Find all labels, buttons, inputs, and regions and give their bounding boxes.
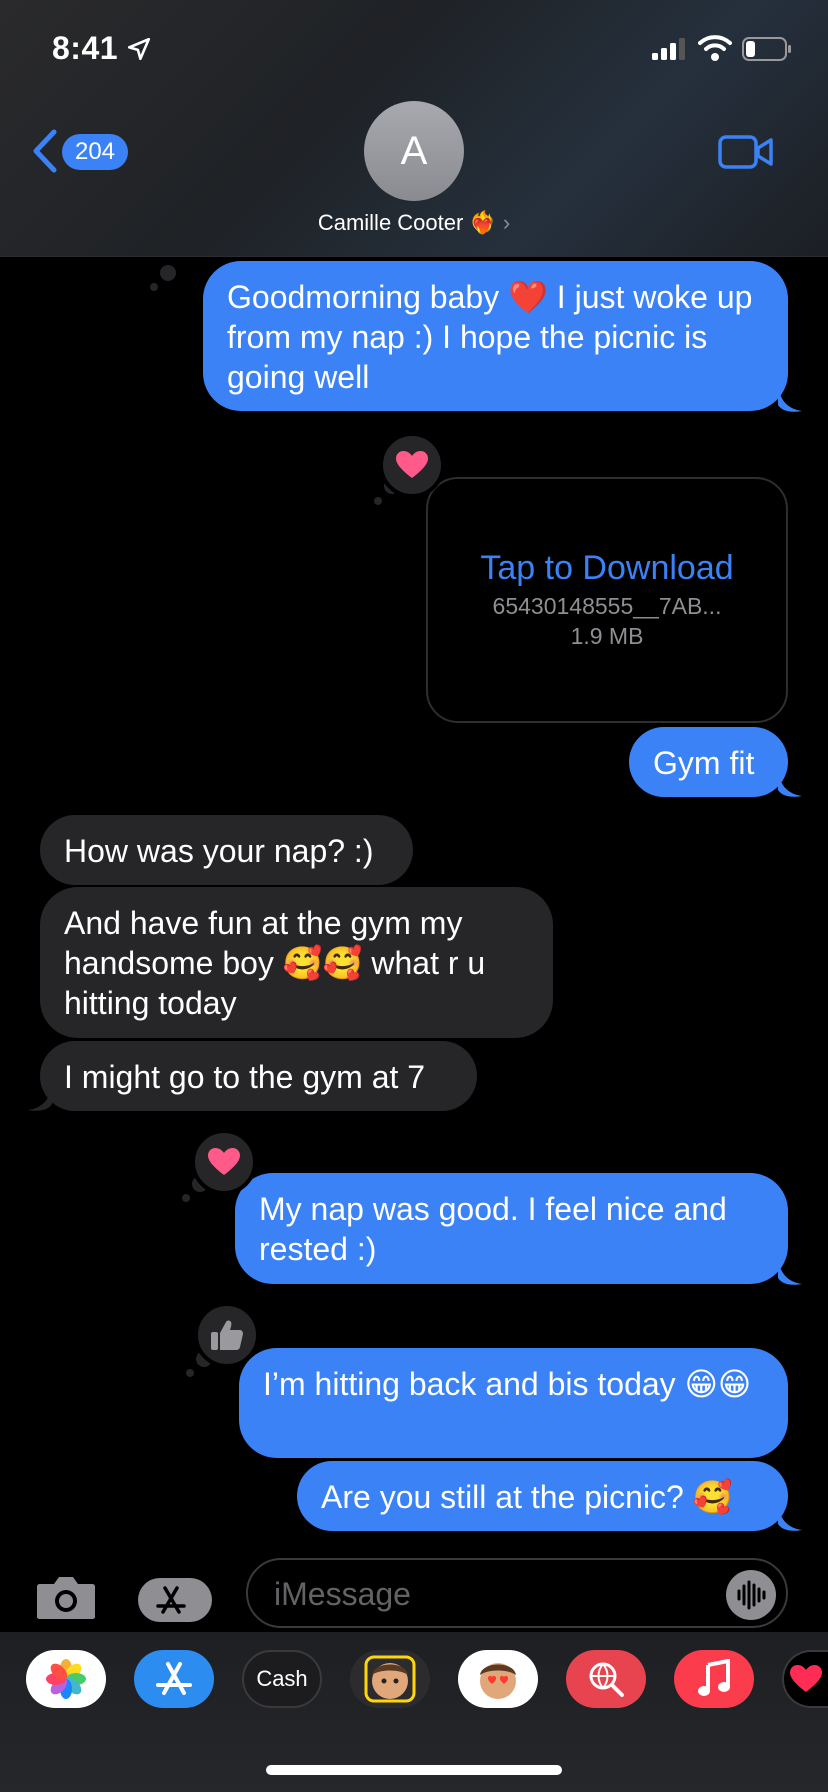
music-icon[interactable] — [674, 1650, 754, 1708]
outgoing-message-bubble[interactable]: Goodmorning baby ❤️ I just woke up from … — [203, 261, 788, 411]
message-text: Are you still at the picnic? 🥰 — [321, 1479, 733, 1515]
signal-icon — [652, 38, 685, 60]
audio-waveform-icon — [737, 1580, 766, 1610]
incoming-message-bubble[interactable]: How was your nap? :) — [40, 815, 413, 885]
bubble-tail — [778, 770, 802, 797]
audio-message-button[interactable] — [726, 1570, 776, 1620]
heart-icon — [208, 1148, 240, 1175]
incoming-message-bubble[interactable]: And have fun at the gym my handsome boy … — [40, 887, 553, 1038]
battery-icon — [742, 37, 791, 61]
unread-count-badge[interactable]: 204 — [62, 134, 128, 170]
reaction-tail — [182, 1194, 190, 1202]
tap-to-download-link[interactable]: Tap to Download — [428, 549, 786, 588]
imessage-input-field[interactable] — [246, 1558, 788, 1628]
camera-icon[interactable] — [36, 1574, 96, 1620]
back-chevron-icon[interactable] — [30, 128, 60, 174]
attachment-size: 1.9 MB — [570, 623, 644, 649]
thumbs-up-icon — [211, 1320, 243, 1350]
chevron-right-icon: › — [502, 210, 511, 235]
digital-touch-icon[interactable] — [782, 1650, 828, 1708]
apple-cash-icon[interactable]: Cash — [242, 1650, 322, 1708]
message-text: And have fun at the gym my handsome boy … — [64, 905, 486, 1021]
web-images-search-icon[interactable] — [566, 1650, 646, 1708]
video-call-icon[interactable] — [718, 134, 774, 170]
memoji-stickers-icon[interactable] — [458, 1650, 538, 1708]
contact-avatar[interactable]: A — [364, 101, 464, 201]
outgoing-message-bubble[interactable]: Gym fit — [629, 727, 788, 797]
outgoing-message-bubble[interactable]: I’m hitting back and bis today 😁😁 — [239, 1348, 788, 1458]
music-note-icon — [698, 1659, 730, 1696]
bubble-tail — [28, 1084, 52, 1111]
photos-app-icon[interactable] — [26, 1650, 106, 1708]
outgoing-message-bubble[interactable]: Are you still at the picnic? 🥰 — [297, 1461, 788, 1531]
message-text: I might go to the gym at 7 — [64, 1059, 426, 1095]
message-text: My nap was good. I feel nice and rested … — [259, 1191, 727, 1267]
app-store-icon[interactable] — [134, 1650, 214, 1708]
bubble-tail — [778, 1504, 802, 1531]
thumbs-up-reaction[interactable] — [194, 1302, 260, 1368]
home-indicator[interactable] — [266, 1765, 562, 1775]
apps-icon — [156, 1586, 186, 1614]
status-time: 8:41 — [52, 30, 119, 66]
memoji-face-icon — [364, 1655, 416, 1703]
location-arrow-icon — [127, 37, 151, 61]
globe-search-icon — [589, 1662, 624, 1697]
heart-reaction[interactable] — [379, 432, 445, 498]
conversation-header: 8:41 204 A Camille Cooter ❤️‍🔥 › — [0, 0, 828, 257]
app-store-button[interactable] — [138, 1578, 212, 1622]
reaction-tail — [150, 283, 158, 291]
heart-reaction[interactable] — [191, 1129, 257, 1195]
outgoing-message-bubble[interactable]: My nap was good. I feel nice and rested … — [235, 1173, 788, 1284]
incoming-message-bubble[interactable]: I might go to the gym at 7 — [40, 1041, 477, 1111]
photos-pinwheel-icon — [46, 1659, 86, 1699]
message-text: How was your nap? :) — [64, 833, 374, 869]
reaction-tail — [186, 1369, 194, 1377]
message-text: Gym fit — [653, 745, 755, 781]
heart-touch-icon — [790, 1665, 822, 1692]
contact-name-button[interactable]: Camille Cooter ❤️‍🔥 › — [0, 210, 828, 236]
message-input[interactable] — [274, 1572, 694, 1616]
message-composer — [0, 1540, 828, 1636]
reaction-tail — [374, 497, 382, 505]
wifi-icon — [698, 35, 732, 61]
message-text: I’m hitting back and bis today 😁😁 — [263, 1366, 752, 1402]
bubble-tail — [778, 1258, 802, 1285]
attachment-filename: 65430148555__7AB... — [492, 593, 722, 619]
memoji-icon[interactable] — [350, 1650, 430, 1708]
message-text: Goodmorning baby ❤️ I just woke up from … — [227, 279, 753, 395]
memoji-heart-eyes-icon — [480, 1663, 516, 1699]
contact-name: Camille Cooter ❤️‍🔥 — [317, 210, 497, 235]
heart-icon — [396, 451, 428, 478]
attachment-download-card[interactable]: Tap to Download 65430148555__7AB... 1.9 … — [426, 477, 788, 723]
reaction-tail — [160, 265, 176, 281]
apple-cash-label: Cash — [256, 1666, 308, 1691]
app-store-glyph-icon — [156, 1662, 192, 1695]
bubble-tail — [778, 385, 802, 412]
